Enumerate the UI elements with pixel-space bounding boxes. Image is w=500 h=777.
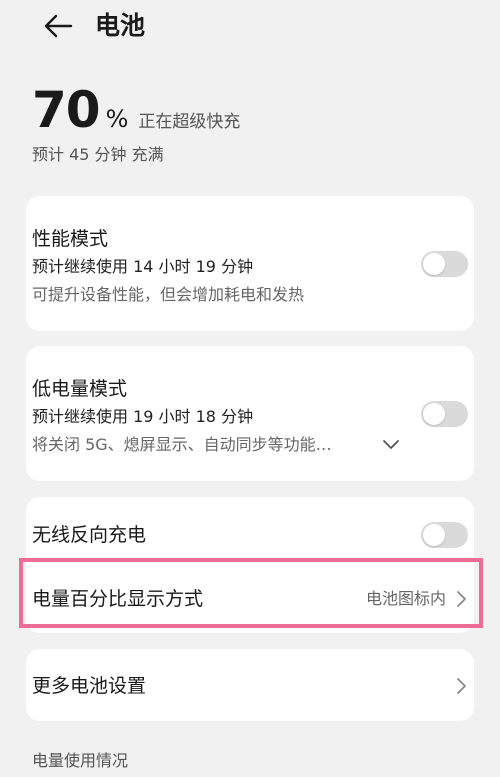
more-battery-settings-title: 更多电池设置 [32, 675, 147, 697]
battery-percentage-display-value[interactable]: 电池图标内 [366, 588, 446, 610]
more-battery-settings-card[interactable]: 更多电池设置 [26, 649, 474, 721]
charging-status: 正在超级快充 [138, 112, 241, 132]
chevron-right-icon[interactable] [454, 677, 468, 695]
performance-mode-card[interactable]: 性能模式 预计继续使用 14 小时 19 分钟 可提升设备性能，但会增加耗电和发… [26, 196, 474, 331]
chevron-right-icon[interactable] [454, 590, 468, 608]
battery-percentage-display-title[interactable]: 电量百分比显示方式 [32, 586, 203, 612]
charging-options-card: 无线反向充电 电量百分比显示方式 电池图标内 [26, 497, 474, 633]
usage-section-label: 电量使用情况 [32, 751, 129, 770]
performance-mode-estimate: 预计继续使用 14 小时 19 分钟 [32, 257, 254, 276]
performance-mode-title: 性能模式 [32, 228, 109, 250]
toggle-knob [423, 403, 445, 425]
arrow-left-icon [44, 14, 73, 38]
wireless-reverse-charging-toggle[interactable] [421, 522, 468, 548]
battery-summary: 70 % 正在超级快充 预计 45 分钟 充满 [32, 80, 472, 166]
page-title: 电池 [95, 11, 146, 40]
low-power-mode-title: 低电量模式 [32, 378, 128, 400]
low-power-mode-card[interactable]: 低电量模式 预计继续使用 19 小时 18 分钟 将关闭 5G、熄屏显示、自动同… [26, 346, 474, 481]
low-power-mode-description: 将关闭 5G、熄屏显示、自动同步等功能… [32, 435, 332, 454]
battery-percent-unit: % [105, 105, 129, 133]
battery-percent-value: 70 [32, 81, 101, 139]
low-power-mode-estimate: 预计继续使用 19 小时 18 分钟 [32, 407, 254, 426]
back-button[interactable] [38, 8, 78, 44]
toggle-knob [423, 524, 445, 546]
charge-eta: 预计 45 分钟 充满 [32, 145, 164, 164]
battery-level-row: 70 % 正在超级快充 [32, 80, 472, 140]
performance-mode-description: 可提升设备性能，但会增加耗电和发热 [32, 285, 305, 304]
chevron-down-icon[interactable] [382, 438, 400, 452]
wireless-reverse-charging-title: 无线反向充电 [32, 524, 147, 546]
app-header: 电池 [0, 0, 500, 56]
performance-mode-toggle[interactable] [421, 251, 468, 277]
toggle-knob [423, 253, 445, 275]
low-power-mode-toggle[interactable] [421, 401, 468, 427]
